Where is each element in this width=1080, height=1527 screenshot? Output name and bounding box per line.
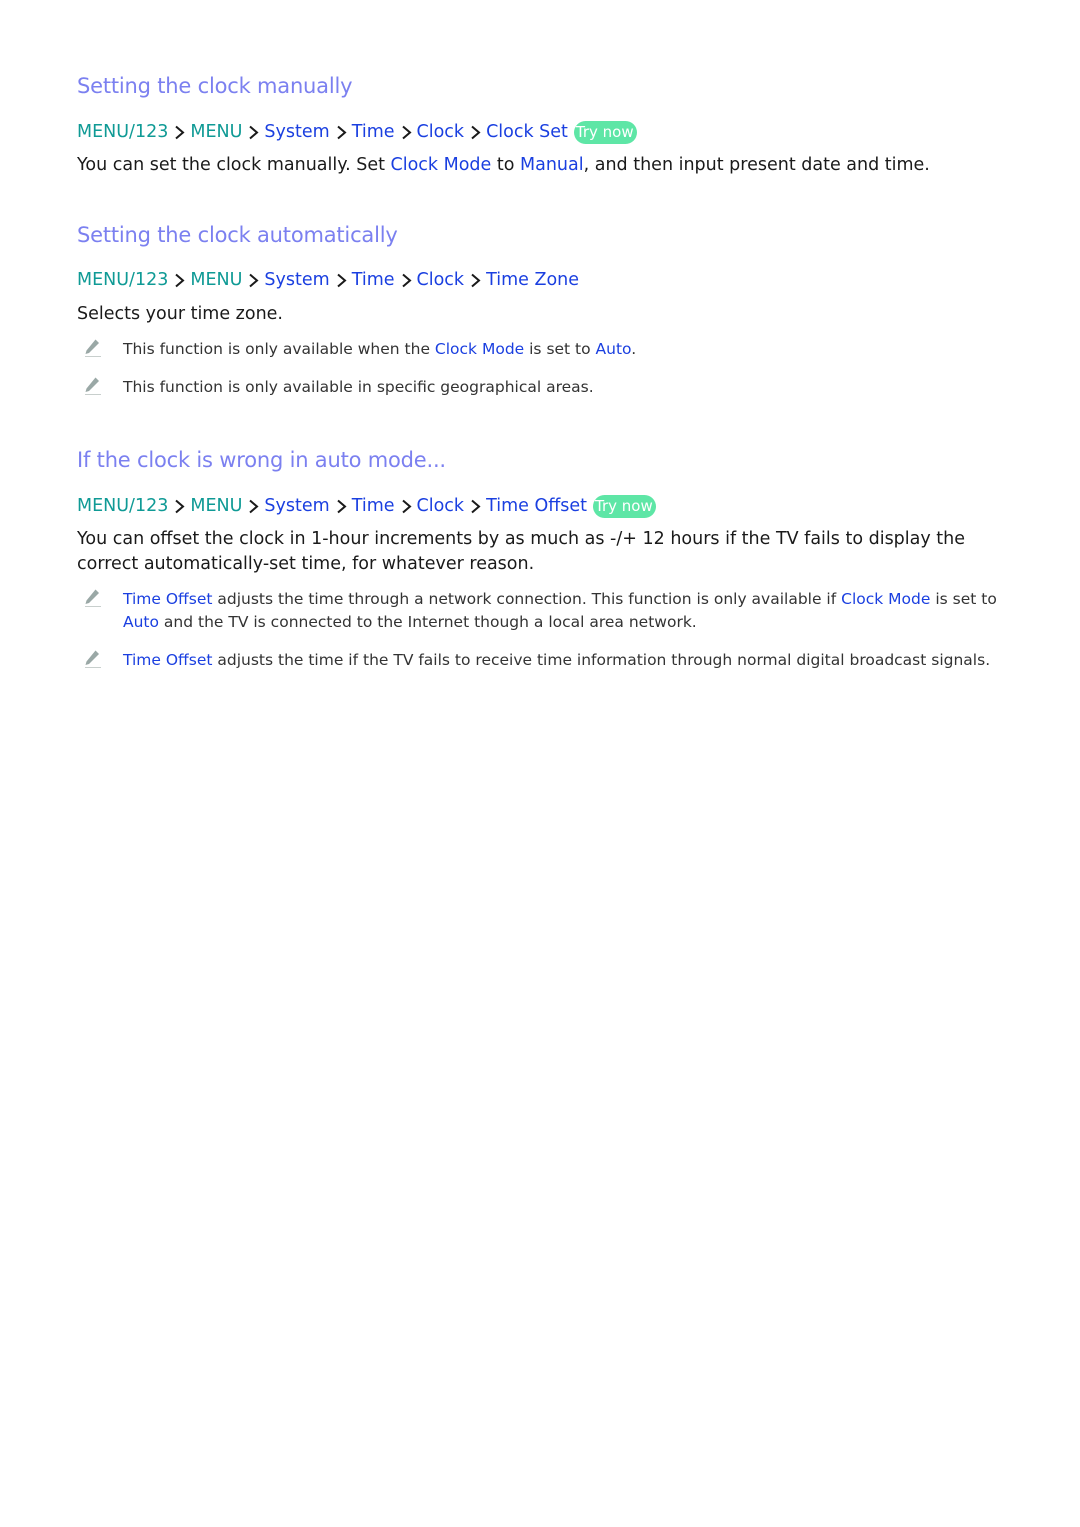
link-clock-mode: Clock Mode <box>390 155 492 175</box>
path-item-menu-123: MENU/123 <box>77 270 169 290</box>
note-text: This function is only available in speci… <box>123 378 594 396</box>
pencil-icon <box>83 376 103 396</box>
path-item-time-offset: Time Offset <box>486 496 588 516</box>
chevron-right-icon <box>395 122 417 142</box>
path-item-system: System <box>264 122 330 142</box>
section-title-clock-auto: Setting the clock automatically <box>77 223 398 247</box>
link-clock-mode: Clock Mode <box>434 340 525 358</box>
path-item-time: Time <box>351 496 395 516</box>
path-item-time-zone: Time Zone <box>486 270 580 290</box>
path-item-menu-123: MENU/123 <box>77 496 169 516</box>
chevron-right-icon <box>242 270 264 290</box>
link-time-offset: Time Offset <box>123 651 213 669</box>
text: This function is only available when the <box>123 340 435 358</box>
text: You can set the clock manually. Set <box>77 155 391 175</box>
path-item-menu: MENU <box>190 496 243 516</box>
note-time-offset-broadcast: Time Offset adjusts the time if the TV f… <box>77 649 1002 672</box>
path-item-menu-123: MENU/123 <box>77 122 169 142</box>
path-item-time: Time <box>351 122 395 142</box>
chevron-right-icon <box>242 496 264 516</box>
menu-path-clock-set: MENU/123 MENU System Time Clock Clock Se… <box>77 120 637 144</box>
section-title-clock-wrong: If the clock is wrong in auto mode... <box>77 448 446 472</box>
section-title-clock-manual: Setting the clock manually <box>77 74 353 98</box>
path-item-time: Time <box>351 270 395 290</box>
menu-path-time-offset: MENU/123 MENU System Time Clock Time Off… <box>77 494 656 518</box>
text: and the TV is connected to the Internet … <box>159 613 697 631</box>
chevron-right-icon <box>242 122 264 142</box>
path-item-system: System <box>264 270 330 290</box>
chevron-right-icon <box>395 496 417 516</box>
chevron-right-icon <box>395 270 417 290</box>
text: adjusts the time through a network conne… <box>212 590 842 608</box>
link-clock-mode: Clock Mode <box>841 590 931 608</box>
chevron-right-icon <box>168 122 190 142</box>
link-time-offset: Time Offset <box>123 590 213 608</box>
try-now-button[interactable]: Try now <box>573 120 637 144</box>
text: adjusts the time if the TV fails to rece… <box>212 651 991 669</box>
path-item-system: System <box>264 496 330 516</box>
text: , and then input present date and time. <box>583 155 930 175</box>
chevron-right-icon <box>330 122 352 142</box>
path-item-clock-set: Clock Set <box>486 122 568 142</box>
path-item-clock: Clock <box>416 122 465 142</box>
chevron-right-icon <box>330 270 352 290</box>
menu-path-time-zone: MENU/123 MENU System Time Clock Time Zon… <box>77 268 579 292</box>
pencil-icon <box>83 588 103 608</box>
note-clock-mode-auto: This function is only available when the… <box>77 338 1002 361</box>
link-manual: Manual <box>520 155 584 175</box>
path-item-clock: Clock <box>416 496 465 516</box>
pencil-icon <box>83 649 103 669</box>
chevron-right-icon <box>168 496 190 516</box>
path-item-menu: MENU <box>190 122 243 142</box>
chevron-right-icon <box>464 270 486 290</box>
link-auto: Auto <box>123 613 159 631</box>
pencil-icon <box>83 338 103 358</box>
body-text-clock-manual: You can set the clock manually. Set Cloc… <box>77 153 1002 178</box>
note-geographical-areas: This function is only available in speci… <box>77 376 1002 399</box>
text: is set to <box>930 590 997 608</box>
chevron-right-icon <box>330 496 352 516</box>
link-auto: Auto <box>595 340 632 358</box>
text: . <box>631 340 637 358</box>
path-item-menu: MENU <box>190 270 243 290</box>
chevron-right-icon <box>464 496 486 516</box>
text: is set to <box>524 340 596 358</box>
chevron-right-icon <box>464 122 486 142</box>
body-text-time-offset: You can offset the clock in 1-hour incre… <box>77 529 966 574</box>
text: to <box>491 155 521 175</box>
path-item-clock: Clock <box>416 270 465 290</box>
body-text-time-zone: Selects your time zone. <box>77 304 283 324</box>
note-time-offset-network: Time Offset adjusts the time through a n… <box>77 588 1002 634</box>
try-now-button[interactable]: Try now <box>593 494 656 518</box>
chevron-right-icon <box>168 270 190 290</box>
